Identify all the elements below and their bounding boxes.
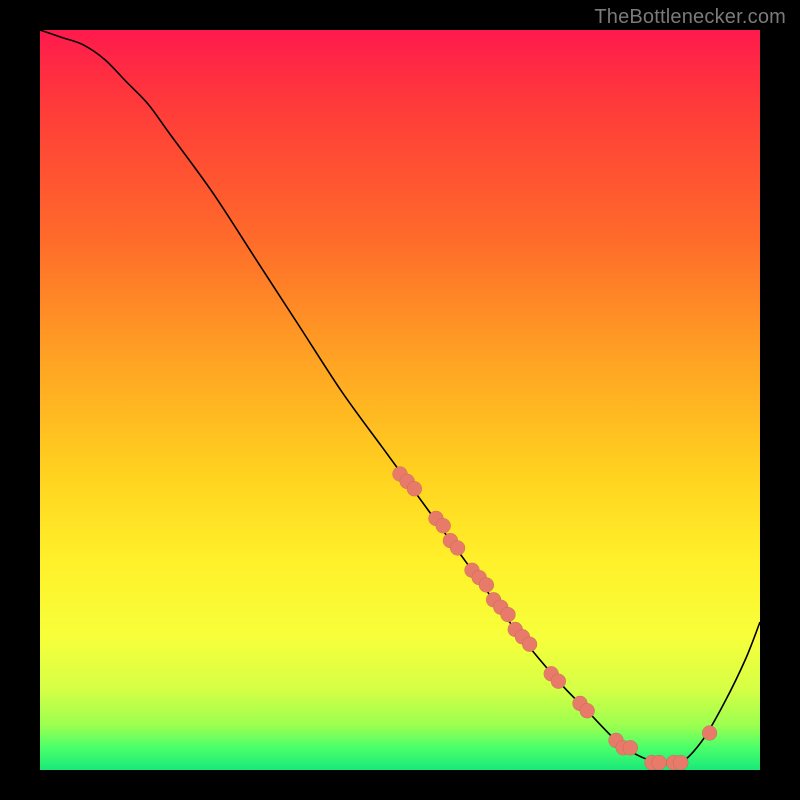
data-point bbox=[623, 740, 638, 755]
data-point bbox=[450, 541, 465, 556]
data-point bbox=[522, 637, 537, 652]
data-point bbox=[501, 607, 516, 622]
data-point bbox=[407, 481, 422, 496]
data-point bbox=[551, 674, 566, 689]
data-points bbox=[393, 467, 718, 771]
data-point bbox=[436, 518, 451, 533]
curve-layer bbox=[40, 30, 760, 770]
plot-area bbox=[40, 30, 760, 770]
data-point bbox=[702, 726, 717, 741]
data-point bbox=[580, 703, 595, 718]
data-point bbox=[652, 755, 667, 770]
data-point bbox=[479, 578, 494, 593]
chart-container: TheBottlenecker.com bbox=[0, 0, 800, 800]
data-point bbox=[673, 755, 688, 770]
attribution-label: TheBottlenecker.com bbox=[594, 6, 786, 29]
bottleneck-curve bbox=[40, 30, 760, 765]
